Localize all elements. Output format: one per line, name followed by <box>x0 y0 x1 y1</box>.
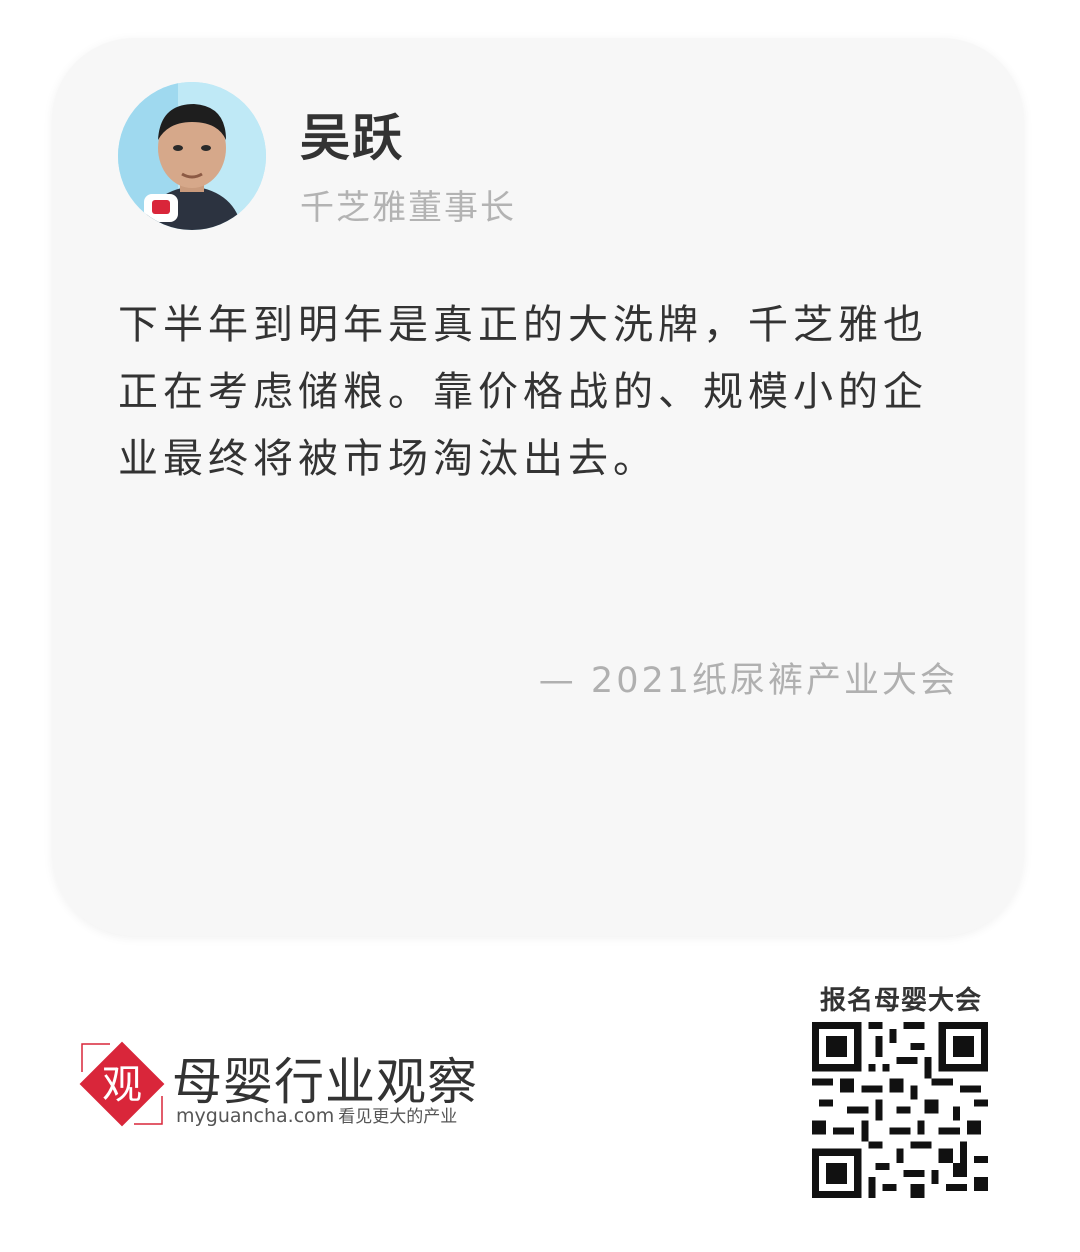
brand-url: myguancha.com <box>176 1105 335 1127</box>
speaker-title: 千芝雅董事长 <box>300 188 516 228</box>
brand-slogan: 看见更大的产业 <box>338 1107 458 1127</box>
speaker-avatar <box>118 82 266 230</box>
brand-url-line: myguancha.com 看见更大的产业 <box>176 1102 457 1127</box>
speaker-photo <box>118 82 266 230</box>
qr-code-graphic <box>812 1022 988 1198</box>
brand-logo: 观 母婴行业观察 myguancha.com 看见更大的产业 <box>78 1040 518 1140</box>
speaker-name: 吴跃 <box>300 109 404 167</box>
quote-text: 下半年到明年是真正的大洗牌，千芝雅也正在考虑储粮。靠价格战的、规模小的企业最终将… <box>118 302 928 482</box>
qr-label: 报名母婴大会 <box>819 986 982 1016</box>
brand-mark-char: 观 <box>102 1062 142 1108</box>
brand-diamond-icon: 观 <box>79 1041 165 1127</box>
quote-source: — 2021纸尿裤产业大会 <box>538 661 958 701</box>
qr-code-icon[interactable] <box>812 1022 988 1198</box>
